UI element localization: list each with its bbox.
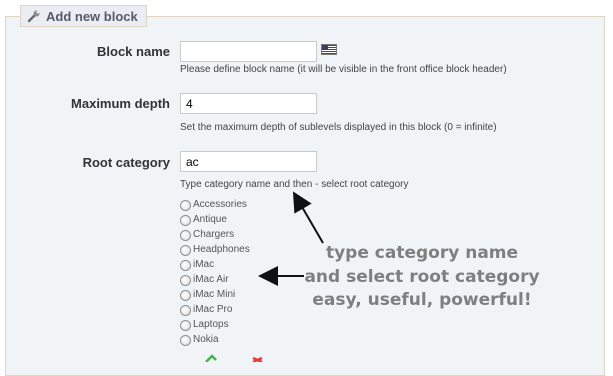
annotation-line-2: and select root category [304,267,540,287]
annotation-line-3: easy, useful, powerful! [312,290,532,310]
save-icon [205,354,217,362]
annotation-line-1: type category name [325,243,519,263]
arrow-to-help-text [292,191,324,244]
cancel-icon [252,356,263,362]
